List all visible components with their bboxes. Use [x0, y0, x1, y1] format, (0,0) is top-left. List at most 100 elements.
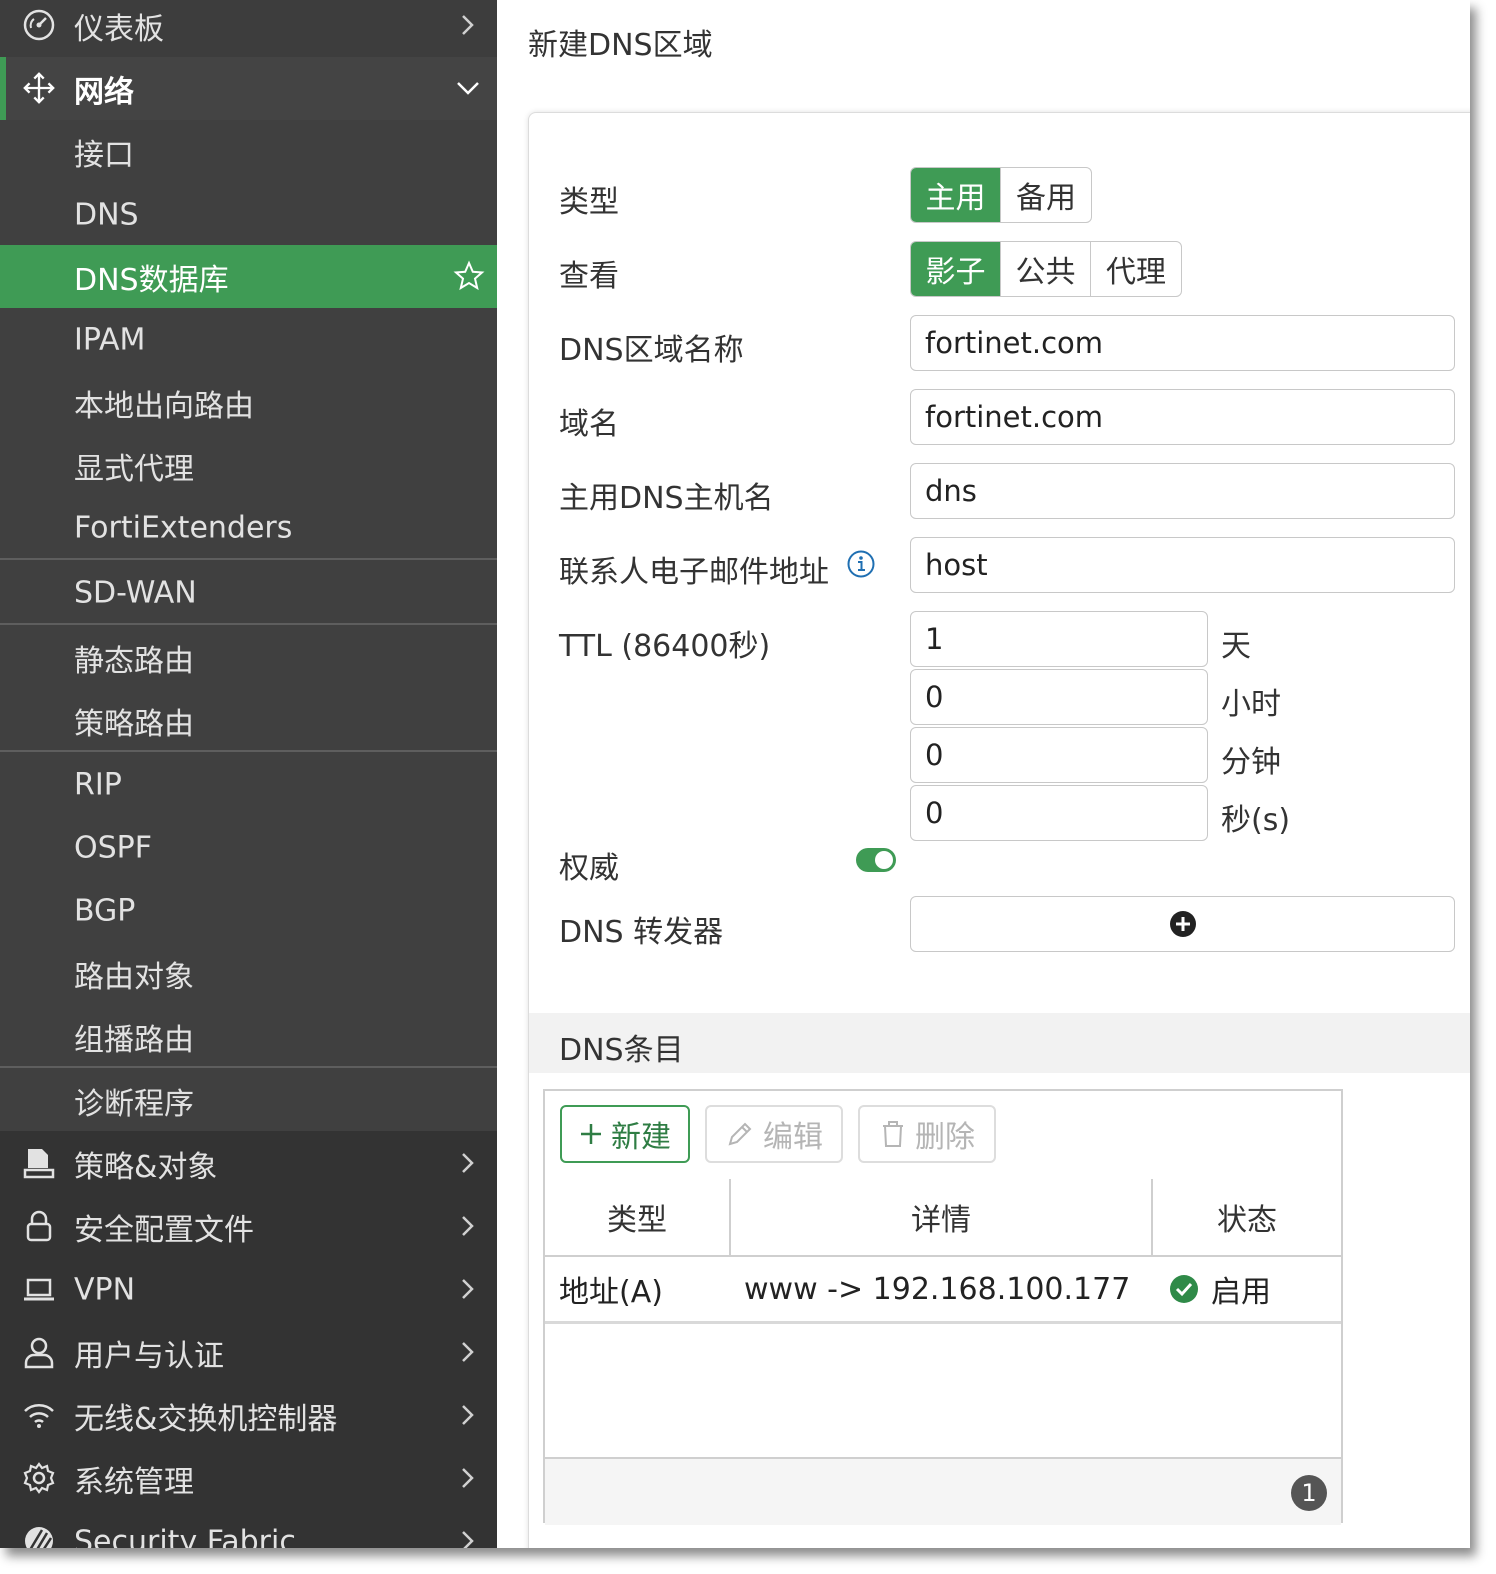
sidebar-item-label: 显式代理	[74, 451, 194, 487]
wifi-icon	[22, 1398, 56, 1432]
sidebar-item-static-routes[interactable]: 静态路由	[0, 626, 497, 689]
fabric-icon	[22, 1524, 56, 1548]
sidebar-item-label: 无线&交换机控制器	[74, 1401, 338, 1437]
column-header-status[interactable]: 状态	[1153, 1179, 1341, 1255]
sidebar-item-ospf[interactable]: OSPF	[0, 816, 497, 879]
sidebar-item-security-fabric[interactable]: Security Fabric	[0, 1510, 497, 1548]
chevron-right-icon	[462, 1342, 474, 1362]
table-row[interactable]: 地址(A) www -> 192.168.100.177 启用	[545, 1257, 1341, 1324]
sidebar-item-label: RIP	[74, 767, 122, 802]
sidebar-item-user-auth[interactable]: 用户与认证	[0, 1321, 497, 1384]
email-label: 联系人电子邮件地址	[559, 555, 829, 590]
sidebar-item-fortiextenders[interactable]: FortiExtenders	[0, 496, 497, 559]
sidebar-item-ipam[interactable]: IPAM	[0, 308, 497, 371]
toggle-knob	[875, 851, 893, 869]
page-title: 新建DNS区域	[528, 28, 713, 63]
sidebar-item-label: SD-WAN	[74, 575, 197, 610]
sidebar-item-bgp[interactable]: BGP	[0, 879, 497, 942]
view-option-public[interactable]: 公共	[1001, 242, 1091, 296]
type-label: 类型	[559, 185, 619, 220]
sidebar-item-dashboard[interactable]: 仪表板	[0, 0, 497, 57]
sidebar-item-local-out-routing[interactable]: 本地出向路由	[0, 371, 497, 434]
domain-input[interactable]: fortinet.com	[910, 389, 1455, 445]
authoritative-toggle[interactable]	[856, 848, 896, 872]
main-content: 新建DNS区域 类型 主用 备用 查看 影子 公共 代理 DNS区域名称 for…	[497, 0, 1470, 1548]
ttl-seconds-input[interactable]: 0	[910, 785, 1208, 841]
sidebar-item-label: 接口	[74, 137, 134, 173]
sidebar-item-wireless-switch[interactable]: 无线&交换机控制器	[0, 1384, 497, 1447]
ttl-hours-unit: 小时	[1221, 687, 1281, 722]
sidebar-item-explicit-proxy[interactable]: 显式代理	[0, 434, 497, 497]
view-option-proxy[interactable]: 代理	[1091, 242, 1181, 296]
domain-label: 域名	[559, 407, 619, 442]
ttl-minutes-input[interactable]: 0	[910, 727, 1208, 783]
lock-icon	[22, 1209, 56, 1243]
chevron-right-icon	[462, 1531, 474, 1548]
sidebar-item-label: VPN	[74, 1272, 136, 1307]
table-footer: 1	[545, 1457, 1341, 1525]
network-move-icon	[22, 71, 56, 105]
type-selector: 主用 备用	[910, 167, 1092, 223]
sidebar-item-sdwan[interactable]: SD-WAN	[0, 561, 497, 624]
sidebar-divider	[0, 750, 497, 752]
zone-name-label: DNS区域名称	[559, 333, 744, 368]
view-option-shadow[interactable]: 影子	[911, 242, 1001, 296]
delete-entry-button[interactable]: 删除	[858, 1105, 996, 1163]
dns-entries-table: 新建 编辑 删除 类型 详情 状态 地址(A) www -> 192.168.1…	[543, 1089, 1343, 1525]
column-header-type[interactable]: 类型	[545, 1179, 729, 1255]
sidebar-item-security-profiles[interactable]: 安全配置文件	[0, 1195, 497, 1258]
delete-label: 删除	[915, 1120, 975, 1155]
type-option-secondary[interactable]: 备用	[1001, 168, 1091, 222]
ttl-hours-input[interactable]: 0	[910, 669, 1208, 725]
sidebar-item-vpn[interactable]: VPN	[0, 1258, 497, 1321]
email-input[interactable]: host	[910, 537, 1455, 593]
sidebar-item-label: 网络	[74, 74, 134, 110]
sidebar-item-label: 本地出向路由	[74, 388, 254, 424]
sidebar-item-label: BGP	[74, 893, 136, 928]
sidebar-item-routing-objects[interactable]: 路由对象	[0, 942, 497, 1005]
sidebar-item-label: 诊断程序	[74, 1086, 194, 1122]
check-circle-icon	[1170, 1275, 1198, 1303]
type-option-primary[interactable]: 主用	[911, 168, 1001, 222]
info-icon[interactable]	[846, 549, 876, 579]
status-label: 启用	[1211, 1275, 1271, 1310]
star-icon[interactable]	[453, 260, 485, 292]
sidebar-item-policy-objects[interactable]: 策略&对象	[0, 1132, 497, 1195]
sidebar-divider	[0, 623, 497, 625]
ttl-days-input[interactable]: 1	[910, 611, 1208, 667]
sidebar-item-label: DNS	[74, 197, 139, 232]
new-entry-button[interactable]: 新建	[560, 1105, 690, 1163]
forwarder-input[interactable]	[910, 896, 1455, 952]
sidebar-item-label: FortiExtenders	[74, 510, 293, 545]
add-circle-icon[interactable]	[1169, 910, 1197, 938]
column-header-detail[interactable]: 详情	[731, 1179, 1151, 1255]
sidebar-item-network[interactable]: 网络	[0, 57, 497, 120]
user-icon	[22, 1335, 56, 1369]
sidebar-item-interfaces[interactable]: 接口	[0, 120, 497, 183]
sidebar-item-system[interactable]: 系统管理	[0, 1447, 497, 1510]
section-title: DNS条目	[559, 1033, 684, 1068]
sidebar-item-label: 组播路由	[74, 1022, 194, 1058]
chevron-right-icon	[462, 1468, 474, 1488]
chevron-down-icon	[457, 82, 479, 95]
sidebar-item-label: 系统管理	[74, 1464, 194, 1500]
zone-name-input[interactable]: fortinet.com	[910, 315, 1455, 371]
ttl-days-unit: 天	[1221, 629, 1251, 664]
sidebar-item-dns-database[interactable]: DNS数据库	[0, 245, 497, 308]
plus-icon	[581, 1124, 601, 1144]
sidebar-item-dns[interactable]: DNS	[0, 183, 497, 246]
sidebar-item-rip[interactable]: RIP	[0, 753, 497, 816]
sidebar-item-label: IPAM	[74, 322, 146, 357]
row-count-badge: 1	[1291, 1475, 1327, 1511]
sidebar-item-label: OSPF	[74, 830, 153, 865]
chevron-right-icon	[462, 1216, 474, 1236]
chevron-right-icon	[462, 1405, 474, 1425]
primary-host-input[interactable]: dns	[910, 463, 1455, 519]
sidebar-item-multicast[interactable]: 组播路由	[0, 1005, 497, 1068]
sidebar-item-policy-routes[interactable]: 策略路由	[0, 689, 497, 752]
edit-entry-button[interactable]: 编辑	[705, 1105, 843, 1163]
sidebar-item-diagnostics[interactable]: 诊断程序	[0, 1069, 497, 1132]
sidebar-item-label: Security Fabric	[74, 1524, 296, 1548]
sidebar-item-label: 策略路由	[74, 706, 194, 742]
chevron-right-icon	[462, 15, 474, 35]
